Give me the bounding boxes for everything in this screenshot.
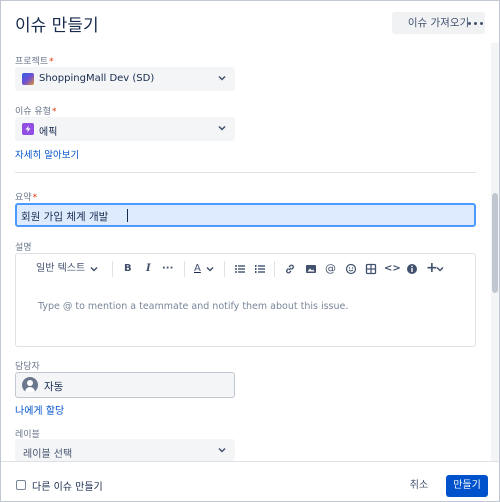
chevron-down-icon (436, 266, 444, 272)
toolbar-separator (224, 261, 225, 277)
chevron-down-icon (218, 125, 226, 131)
form-scroll-area[interactable]: 프로젝트* ShoppingMall Dev (SD) 이슈 유형* 에픽 자세… (1, 43, 491, 461)
epic-icon (22, 123, 34, 135)
toolbar-separator (274, 261, 275, 277)
chevron-down-icon (218, 75, 226, 81)
editor-toolbar: 일반 텍스트 B I ··· A @ <> + (16, 254, 475, 284)
table-icon[interactable] (365, 263, 377, 275)
project-value: ShoppingMall Dev (SD) (39, 73, 155, 84)
bullet-list-icon[interactable] (234, 263, 246, 275)
text-style-dropdown[interactable]: 일반 텍스트 (36, 262, 85, 276)
more-options-icon[interactable] (467, 14, 485, 32)
create-issue-dialog: 이슈 만들기 이슈 가져오기 프로젝트* ShoppingMall Dev (S… (0, 0, 500, 502)
dialog-header: 이슈 만들기 이슈 가져오기 (1, 1, 499, 43)
image-icon[interactable] (305, 263, 317, 275)
summary-value: 회원 가입 체계 개발 (21, 211, 109, 223)
dialog-title: 이슈 만들기 (15, 16, 99, 36)
dialog-footer: 다른 이슈 만들기 취소 만들기 (1, 461, 499, 501)
description-label: 설명 (15, 243, 32, 253)
bold-icon[interactable]: B (124, 262, 132, 276)
section-divider (15, 172, 476, 173)
description-editor[interactable]: 일반 텍스트 B I ··· A @ <> + Type @ to mentio… (15, 253, 476, 347)
project-avatar-icon (22, 73, 34, 85)
summary-input[interactable]: 회원 가입 체계 개발 (15, 203, 476, 227)
project-select[interactable]: ShoppingMall Dev (SD) (15, 67, 235, 91)
cancel-button[interactable]: 취소 (403, 475, 435, 497)
assignee-label: 담당자 (15, 362, 40, 372)
code-icon[interactable]: <> (384, 262, 401, 276)
chevron-down-icon (206, 266, 214, 272)
text-caret (127, 209, 128, 222)
emoji-icon[interactable] (345, 263, 357, 275)
create-another-checkbox[interactable] (16, 480, 26, 490)
labels-select[interactable]: 레이블 선택 (15, 439, 235, 461)
assign-to-me-link[interactable]: 나에게 할당 (15, 402, 64, 417)
scrollbar[interactable] (491, 43, 499, 461)
toolbar-separator (184, 261, 185, 277)
description-placeholder: Type @ to mention a teammate and notify … (38, 301, 349, 312)
project-label: 프로젝트* (15, 57, 54, 67)
numbered-list-icon[interactable] (254, 263, 266, 275)
create-button[interactable]: 만들기 (446, 475, 488, 497)
issue-type-select[interactable]: 에픽 (15, 117, 235, 141)
chevron-down-icon (90, 266, 98, 272)
learn-more-link[interactable]: 자세히 알아보기 (15, 147, 79, 161)
italic-icon[interactable]: I (146, 262, 151, 276)
avatar-icon (22, 377, 38, 393)
issue-type-value: 에픽 (39, 127, 58, 138)
chevron-down-icon (218, 447, 226, 453)
issue-type-label: 이슈 유형* (15, 107, 57, 117)
labels-placeholder: 레이블 선택 (23, 449, 73, 460)
text-color-icon[interactable]: A (194, 262, 201, 276)
mention-icon[interactable]: @ (325, 262, 336, 276)
create-another-label[interactable]: 다른 이슈 만들기 (32, 478, 103, 493)
link-icon[interactable] (284, 263, 296, 275)
scrollbar-thumb[interactable] (492, 193, 498, 293)
info-icon[interactable] (406, 263, 418, 275)
summary-label: 요약* (15, 193, 38, 203)
assignee-value: 자동 (44, 381, 64, 393)
more-formatting-icon[interactable]: ··· (162, 262, 173, 276)
toolbar-separator (112, 261, 113, 277)
assignee-select[interactable]: 자동 (15, 372, 235, 398)
